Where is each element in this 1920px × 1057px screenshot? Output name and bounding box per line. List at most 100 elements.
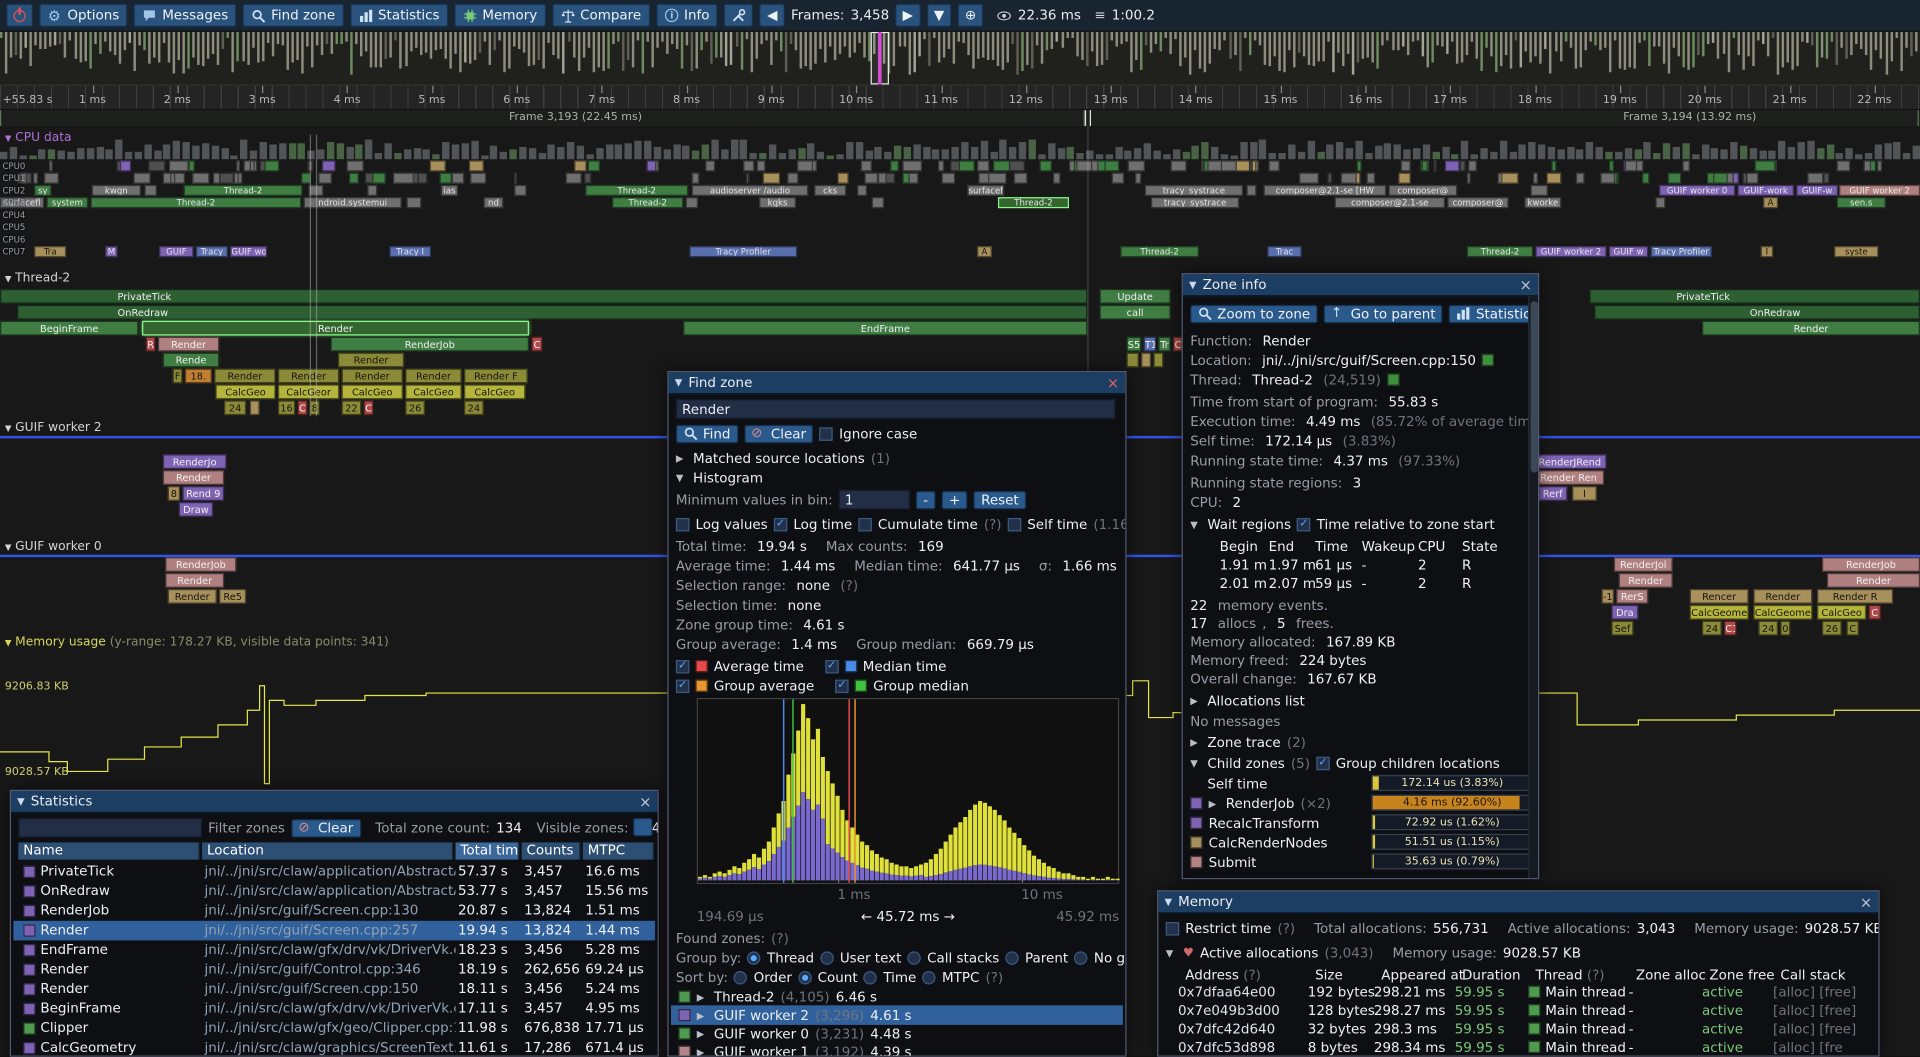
cpu-slice[interactable] [318, 173, 333, 184]
group-by-call-stacks[interactable] [908, 951, 921, 964]
column-header-location[interactable]: Location [202, 842, 453, 859]
cpu-slice[interactable] [890, 160, 899, 171]
cpu-slice[interactable]: Tracy Profiler [689, 246, 797, 257]
timeline-zone[interactable]: CalcGeomet [1753, 605, 1812, 620]
cpu-data-header[interactable]: ▼CPU data [5, 131, 72, 144]
timeline-zone[interactable]: Rencer [1690, 589, 1749, 604]
cpu-slice[interactable]: ias [441, 185, 458, 196]
cpu-slice[interactable] [1236, 160, 1256, 171]
cpu-slice[interactable] [346, 160, 363, 171]
cpu-slice[interactable] [909, 173, 919, 184]
timeline-zone[interactable]: Render [278, 369, 339, 384]
thread-header-guif-worker-2[interactable]: ▼GUIF worker 2 [5, 421, 102, 434]
group-by-no-groupi[interactable] [1074, 951, 1087, 964]
zone-group-row[interactable]: ▶GUIF worker 1(3,192)4.39 s [671, 1042, 1123, 1057]
cpu-slice[interactable] [1221, 160, 1237, 171]
cpu-slice[interactable] [1171, 160, 1186, 171]
frame-span[interactable] [1090, 110, 1919, 126]
cpu-slice[interactable] [219, 173, 235, 184]
cpu-slice[interactable] [1341, 173, 1356, 184]
cpu-slice[interactable] [1127, 160, 1145, 171]
cpu-slice[interactable] [1642, 173, 1649, 184]
cpu-slice[interactable] [48, 160, 52, 171]
prev-frame-button[interactable]: ◀ [760, 4, 785, 27]
cpu-slice[interactable]: Thread-2 [585, 185, 688, 196]
timeline-zone[interactable]: 24 [464, 400, 484, 415]
cpu-slice[interactable] [1656, 197, 1666, 208]
timeline-zone[interactable] [1141, 353, 1151, 368]
cpu-slice[interactable] [265, 160, 279, 171]
cpu-slice[interactable] [988, 173, 1007, 184]
cpu-slice[interactable] [1040, 160, 1052, 171]
collapse-icon[interactable]: ▼ [1164, 896, 1172, 907]
cpu-slice[interactable]: sen.s [1837, 197, 1886, 208]
power-button[interactable] [6, 4, 33, 27]
table-row[interactable]: RenderJobjni/../jni/src/guif/Screen.cpp:… [13, 901, 655, 921]
cpu-slice[interactable] [120, 160, 131, 171]
statistics-button[interactable]: Statistics [1449, 304, 1539, 322]
column-header-size[interactable]: Size [1315, 967, 1343, 983]
cpu-slice[interactable] [1501, 173, 1518, 184]
cpu-slice[interactable] [1327, 173, 1333, 184]
cpu-slice[interactable] [837, 173, 848, 184]
close-icon[interactable]: × [1107, 375, 1119, 390]
toolbar-button-find-zone[interactable]: Find zone [243, 4, 344, 27]
ignore-case-checkbox[interactable] [820, 427, 833, 440]
cpu-slice[interactable] [902, 160, 921, 171]
active-allocations-header[interactable]: ▼♥Active allocations(3,043) Memory usage… [1166, 943, 1581, 963]
matched-locations-row[interactable]: ▶Matched source locations(1) [676, 448, 890, 468]
increment-button[interactable]: + [942, 490, 968, 508]
memory-titlebar[interactable]: ▼ Memory × [1158, 891, 1878, 913]
zone-group-row[interactable]: ▶GUIF worker 0(3,231)4.48 s [671, 1024, 1123, 1044]
cpu-slice[interactable] [1014, 173, 1028, 184]
timeline-zone[interactable]: -1 [1602, 589, 1614, 604]
allocation-row[interactable]: 0x7dfaa64e00192 bytes298.21 ms59.95 sMai… [1158, 982, 1878, 1002]
cpu-slice[interactable] [1299, 173, 1319, 184]
column-header-duration[interactable]: Duration [1462, 967, 1521, 983]
timeline-zone[interactable]: Re5 [219, 589, 246, 604]
timeline-zone[interactable]: Dra [1611, 605, 1638, 620]
table-row[interactable]: Renderjni/../jni/src/guif/Control.cpp:34… [13, 960, 655, 980]
cpu-slice[interactable]: surfacef [967, 185, 1004, 196]
cpu-slice[interactable]: tracy_systrace [1151, 197, 1239, 208]
timeline-zone[interactable]: Render [158, 337, 219, 352]
cpu-slice[interactable]: A [1763, 197, 1778, 208]
timeline-zone[interactable]: Render [405, 369, 461, 384]
cpu-slice[interactable]: Tra [34, 246, 66, 257]
time-histogram[interactable] [697, 698, 1119, 884]
timeline-zone[interactable]: 16 [278, 400, 295, 415]
cpu-slice[interactable] [393, 173, 413, 184]
cpu-slice[interactable] [430, 160, 446, 171]
timeline-zone[interactable]: 8 [168, 486, 180, 501]
timeline-zone[interactable]: Update [1100, 289, 1171, 304]
cpu-slice[interactable] [1667, 173, 1681, 184]
timeline-zone[interactable]: 26 [405, 400, 425, 415]
cpu-slice[interactable] [1434, 160, 1437, 171]
timeline-zone[interactable]: Rerf [1538, 486, 1567, 501]
find-button[interactable]: Find [676, 424, 738, 442]
cpu-slice[interactable] [439, 173, 452, 184]
cpu-slice[interactable] [583, 173, 591, 184]
cpu-slice[interactable] [169, 160, 189, 171]
timeline-zone[interactable]: Render [1702, 321, 1920, 336]
timeline-zone[interactable]: RerS [1616, 589, 1648, 604]
go-to-parent-button[interactable]: ↑Go to parent [1324, 304, 1443, 322]
allocation-row[interactable]: 0x7dfc42d64032 bytes298.3 ms59.95 sMain … [1158, 1019, 1878, 1039]
child-zone-row[interactable]: RecalcTransform72.92 us (1.62%) [1190, 813, 1319, 833]
wait-regions-header[interactable]: ▼Wait regions✓Time relative to zone star… [1190, 514, 1494, 534]
cpu-slice[interactable]: sy [34, 185, 51, 196]
cpu-slice[interactable] [857, 185, 867, 196]
table-row[interactable]: Clipperjni/../jni/src/claw/gfx/geo/Clipp… [13, 1019, 655, 1039]
cpu-slice[interactable]: Trac [1267, 246, 1301, 257]
timeline-zone[interactable]: Render R [1817, 589, 1893, 604]
timeline-zone[interactable]: BeginFrame [0, 321, 138, 336]
timeline-zone[interactable]: OnRedraw [1594, 305, 1920, 320]
allocation-row[interactable]: 0x7dfc53d8988 bytes298.34 ms59.95 sMain … [1158, 1037, 1878, 1057]
goto-frame-button[interactable]: ⊕ [958, 4, 984, 27]
cpu-slice[interactable] [1682, 160, 1690, 171]
cpu-slice[interactable]: kworke [1524, 197, 1561, 208]
cpu-slice[interactable] [1053, 173, 1060, 184]
cpu-slice[interactable] [514, 185, 526, 196]
cpu-slice[interactable] [686, 197, 698, 208]
column-header-zone-alloc[interactable]: Zone alloc [1636, 967, 1706, 983]
